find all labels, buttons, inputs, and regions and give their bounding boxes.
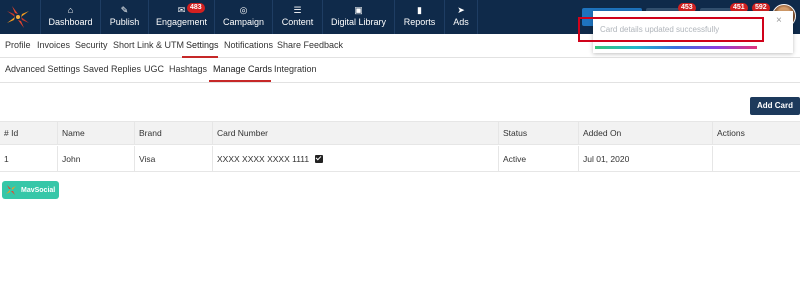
tab-saved-replies[interactable]: Saved Replies — [83, 64, 141, 74]
tab-integration[interactable]: Integration — [274, 64, 317, 74]
nav-engagement[interactable]: ✉ Engagement 483 — [148, 0, 214, 34]
target-icon: ◎ — [239, 5, 248, 15]
home-icon: ⌂ — [67, 5, 74, 15]
tab-security[interactable]: Security — [75, 40, 108, 50]
col-id-header: # Id — [4, 128, 19, 138]
tab-settings[interactable]: Settings — [186, 40, 219, 50]
row-card-number: XXXX XXXX XXXX 1111 — [217, 153, 310, 164]
nav-dashboard-label: Dashboard — [48, 17, 93, 27]
toast-highlight-box — [578, 17, 764, 42]
tab-invoices[interactable]: Invoices — [37, 40, 70, 50]
nav-campaign-label: Campaign — [222, 17, 265, 27]
mavsocial-mini-logo-icon — [6, 185, 16, 195]
nav-content[interactable]: ☰ Content — [272, 0, 322, 34]
col-status-header: Status — [498, 122, 578, 144]
briefcase-icon: ▣ — [354, 5, 363, 15]
secondary-tabs: Advanced Settings Saved Replies UGC Hash… — [0, 58, 800, 83]
nav-reports-label: Reports — [403, 17, 436, 27]
paper-plane-icon: ➤ — [457, 5, 465, 15]
row-brand: Visa — [134, 146, 212, 171]
nav-campaign[interactable]: ◎ Campaign — [214, 0, 272, 34]
tab-manage-cards[interactable]: Manage Cards — [213, 64, 272, 74]
nav-digital-library[interactable]: ▣ Digital Library — [322, 0, 394, 34]
table-header: # Id Name Brand Card Number Status Added… — [0, 121, 800, 145]
col-name-header: Name — [57, 122, 134, 144]
engagement-count-badge: 483 — [187, 3, 205, 13]
nav-dashboard[interactable]: ⌂ Dashboard — [40, 0, 100, 34]
tab-share-feedback[interactable]: Share Feedback — [277, 40, 343, 50]
tab-hashtags[interactable]: Hashtags — [169, 64, 207, 74]
tab-notifications[interactable]: Notifications — [224, 40, 273, 50]
table-row: 1 John Visa XXXX XXXX XXXX 1111 Active J… — [0, 146, 800, 172]
tab-short-link-utm[interactable]: Short Link & UTM — [113, 40, 184, 50]
nav-ads[interactable]: ➤ Ads — [444, 0, 478, 34]
nav-engagement-label: Engagement — [155, 17, 208, 27]
nav-reports[interactable]: ▮ Reports — [394, 0, 444, 34]
nav-digital-library-label: Digital Library — [330, 17, 387, 27]
row-card-number-cell: XXXX XXXX XXXX 1111 — [212, 146, 498, 171]
col-brand-header: Brand — [134, 122, 212, 144]
col-actions-header: Actions — [712, 122, 800, 144]
row-added-on: Jul 01, 2020 — [578, 146, 712, 171]
tab-profile[interactable]: Profile — [5, 40, 31, 50]
mavsocial-badge-label: MavSocial — [21, 186, 56, 194]
nav-ads-label: Ads — [453, 17, 469, 27]
row-status: Active — [498, 146, 578, 171]
nav-content-label: Content — [281, 17, 314, 27]
default-card-checkbox[interactable] — [315, 154, 324, 163]
col-added-on-header: Added On — [578, 122, 712, 144]
row-id: 1 — [4, 153, 9, 164]
col-card-number-header: Card Number — [212, 122, 498, 144]
nav-publish[interactable]: ✎ Publish — [100, 0, 148, 34]
row-actions[interactable] — [712, 146, 800, 171]
tab-ugc[interactable]: UGC — [144, 64, 164, 74]
edit-icon: ✎ — [120, 5, 129, 15]
nav-publish-label: Publish — [109, 17, 140, 27]
list-icon: ☰ — [293, 5, 302, 15]
toast-progress-bar — [595, 46, 757, 49]
row-name: John — [57, 146, 134, 171]
tab-advanced-settings[interactable]: Advanced Settings — [5, 64, 80, 74]
manage-cards-active-underline — [209, 80, 271, 82]
bar-chart-icon: ▮ — [417, 5, 422, 15]
mavsocial-logo[interactable] — [0, 0, 36, 34]
mavsocial-badge[interactable]: MavSocial — [2, 181, 59, 199]
close-icon[interactable]: × — [776, 15, 782, 26]
add-card-button[interactable]: Add Card — [750, 97, 800, 115]
